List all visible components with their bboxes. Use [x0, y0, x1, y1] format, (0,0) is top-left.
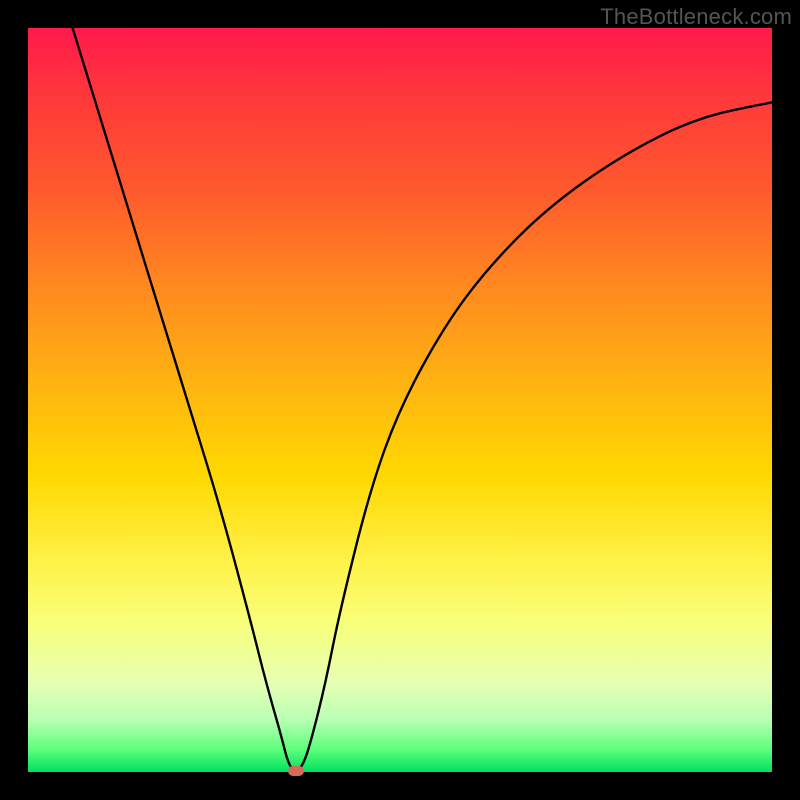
watermark-text: TheBottleneck.com: [600, 4, 792, 30]
optimum-marker: [288, 766, 304, 776]
plot-area: [28, 28, 772, 772]
chart-frame: TheBottleneck.com: [0, 0, 800, 800]
bottleneck-curve: [73, 28, 772, 770]
curve-svg: [28, 28, 772, 772]
